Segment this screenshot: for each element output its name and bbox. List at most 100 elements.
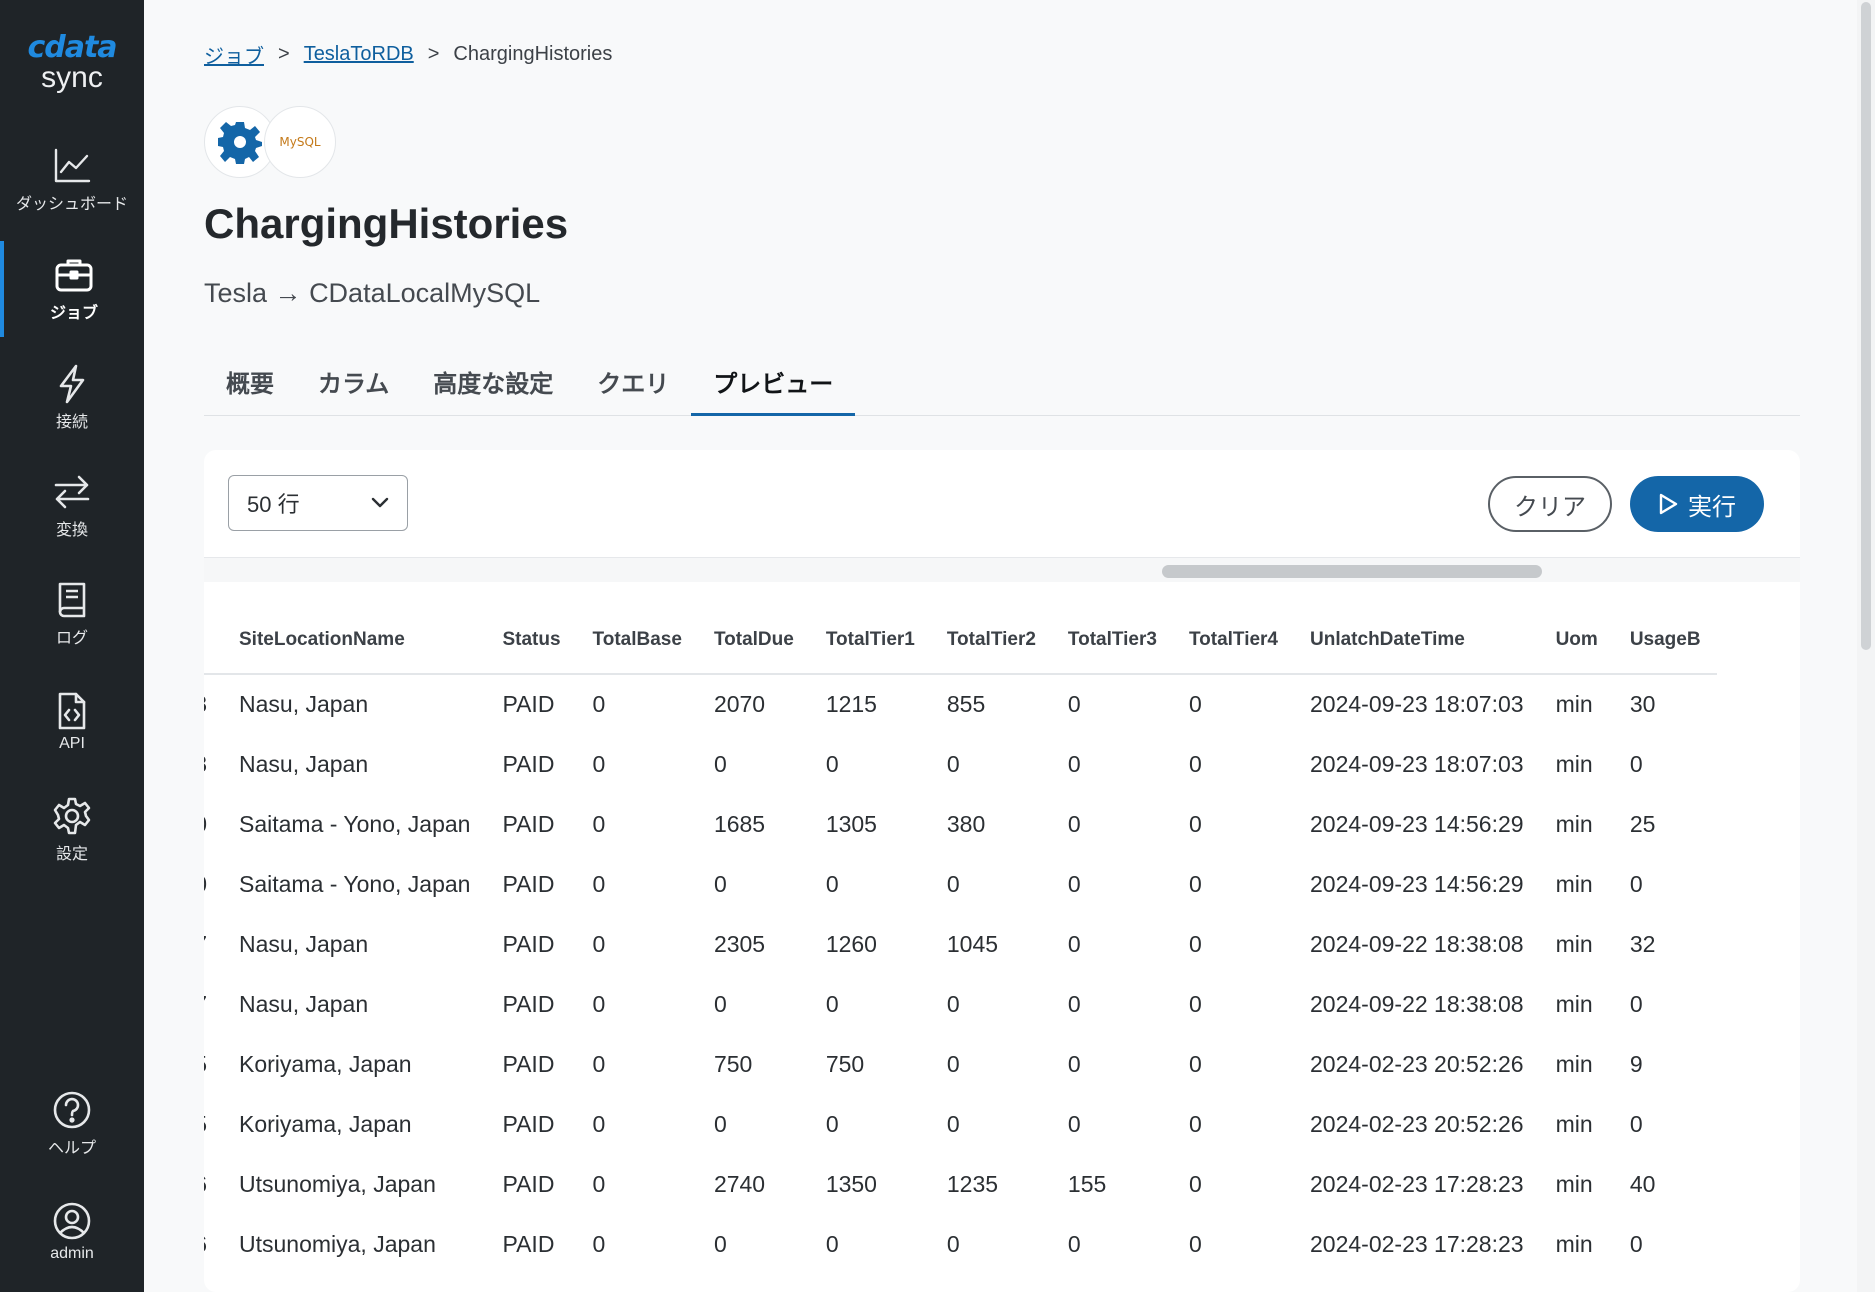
- table-cell: 0: [1067, 691, 1081, 717]
- tab-bar: 概要 カラム 高度な設定 クエリ プレビュー: [204, 358, 1800, 416]
- table-cell: min: [1555, 1050, 1593, 1077]
- sidebar-item-connections[interactable]: 接続: [0, 350, 144, 446]
- table-cell: Nasu, Japan: [239, 930, 369, 957]
- sidebar-item-user[interactable]: admin: [0, 1184, 144, 1280]
- column-header: UsageB: [1613, 582, 1717, 675]
- table-cell: 0: [1629, 750, 1643, 777]
- table-cell: 0: [1188, 1110, 1202, 1137]
- table-cell: 46: [204, 1214, 223, 1274]
- table-cell: PAID: [502, 990, 555, 1017]
- run-button[interactable]: 実行: [1630, 476, 1764, 532]
- table-cell: PAID: [502, 870, 555, 897]
- table-cell: 2024-09-23 14:56:29: [1310, 870, 1524, 897]
- table-cell: min: [1540, 1274, 1614, 1292]
- table-cell: 0: [1188, 1230, 1202, 1257]
- table-cell: 0: [1188, 870, 1202, 897]
- horizontal-scrollbar-thumb[interactable]: [1162, 565, 1542, 578]
- breadcrumb-job-link[interactable]: TeslaToRDB: [304, 43, 414, 66]
- table-cell: 0: [1052, 1274, 1173, 1292]
- table-row: 60 Saitama - Yono, Japan PAID 0 1685 1305 380 0…: [204, 794, 1717, 854]
- lightning-icon: [52, 364, 92, 404]
- table-cell: 0: [713, 870, 727, 897]
- table-cell: 2024-02-23 17:28:23: [1310, 1230, 1524, 1257]
- sidebar-item-api[interactable]: API: [0, 674, 144, 770]
- tab-preview[interactable]: プレビュー: [691, 358, 856, 416]
- table-cell: 2024-02-23 20:52:26: [1310, 1050, 1524, 1077]
- tab-advanced-settings[interactable]: 高度な設定: [411, 358, 575, 416]
- table-cell: 0: [946, 870, 960, 897]
- table-header-row: SiteLocationName Status TotalBase TotalD…: [204, 582, 1717, 675]
- table-cell: 98: [204, 674, 223, 734]
- table-cell: 0: [946, 990, 960, 1017]
- table-cell: 0: [1188, 990, 1202, 1017]
- sidebar-item-dashboard[interactable]: ダッシュボード: [0, 132, 144, 228]
- table-cell: 0: [713, 1230, 727, 1257]
- breadcrumb-jobs-link[interactable]: ジョブ: [204, 40, 264, 69]
- table-cell: 0: [946, 750, 960, 777]
- table-cell: 0: [1629, 870, 1643, 897]
- table-cell: min: [1555, 810, 1593, 837]
- tab-overview[interactable]: 概要: [204, 358, 296, 416]
- table-cell: 750: [825, 1050, 865, 1077]
- table-cell: 0: [1188, 750, 1202, 777]
- table-cell: PAID: [486, 1274, 576, 1292]
- table-cell: 0: [1067, 1230, 1081, 1257]
- clear-button[interactable]: クリア: [1488, 476, 1612, 532]
- table-cell: 27: [1614, 1274, 1717, 1292]
- table-cell: 0: [946, 1230, 960, 1257]
- table-cell: min: [1555, 1230, 1593, 1257]
- vertical-scrollbar-thumb[interactable]: [1861, 2, 1871, 650]
- column-header: TotalDue: [697, 582, 810, 675]
- horizontal-scrollbar[interactable]: [204, 558, 1800, 582]
- table-cell: 0: [1067, 750, 1081, 777]
- table-cell: 40: [1629, 1170, 1656, 1197]
- book-icon: [52, 580, 92, 620]
- table-cell: PAID: [502, 930, 555, 957]
- table-cell: PAID: [502, 810, 555, 837]
- main-content: ジョブ > TeslaToRDB > ChargingHistories MyS…: [144, 0, 1875, 1292]
- table-cell: 30: [1629, 691, 1656, 717]
- table-cell: 0: [713, 990, 727, 1017]
- table-cell: 2305: [713, 930, 766, 957]
- sidebar-item-label: ログ: [55, 630, 88, 647]
- table-cell: 1045: [946, 930, 999, 957]
- table-cell: 0: [592, 1050, 606, 1077]
- tab-query[interactable]: クエリ: [575, 358, 691, 416]
- table-cell: min: [1555, 1110, 1593, 1137]
- table-cell: 855: [946, 691, 986, 717]
- app-logo[interactable]: cdata sync: [0, 30, 144, 95]
- table-cell: PAID: [502, 750, 555, 777]
- table-cell: 1215: [825, 691, 877, 717]
- table-cell: min: [1555, 870, 1593, 897]
- table-cell: 9: [1629, 1050, 1643, 1077]
- product-name: sync: [41, 61, 103, 94]
- sidebar-item-transformations[interactable]: 変換: [0, 458, 144, 554]
- sidebar-item-logs[interactable]: ログ: [0, 566, 144, 662]
- job-route: Tesla → CDataLocalMySQL: [204, 278, 540, 309]
- table-cell: Saitama - Yono, Japan: [239, 810, 471, 837]
- sidebar-item-help[interactable]: ヘルプ: [0, 1076, 144, 1172]
- column-header: Uom: [1539, 582, 1614, 675]
- table-cell: 0: [825, 1230, 839, 1257]
- code-file-icon: [52, 691, 92, 731]
- table-cell: 0: [592, 1170, 606, 1197]
- table-cell: PAID: [502, 1230, 555, 1257]
- tab-columns[interactable]: カラム: [296, 358, 411, 416]
- vertical-scrollbar[interactable]: [1857, 0, 1875, 1292]
- table-row: 98 Nasu, Japan PAID 0 0 0 0 0 0 2024-09-23 18:07:…: [204, 734, 1717, 794]
- sidebar-item-label: admin: [50, 1245, 94, 1262]
- table-cell: 2024-09-23 14:56:29: [1310, 810, 1524, 837]
- table-cell: 0: [825, 1110, 839, 1137]
- sidebar-item-settings[interactable]: 設定: [0, 782, 144, 878]
- table-row: 35 Koriyama, Japan PAID 0 0 0 0 0 0 2024-02-23 20…: [204, 1094, 1717, 1154]
- table-cell: 0: [1067, 1110, 1081, 1137]
- table-cell: 2024-09-23 18:07:03: [1310, 750, 1524, 777]
- preview-table: SiteLocationName Status TotalBase TotalD…: [204, 582, 1717, 1292]
- source-name: Tesla: [204, 278, 268, 308]
- preview-table-container: SiteLocationName Status TotalBase TotalD…: [204, 582, 1800, 1292]
- rows-select[interactable]: 50 行: [228, 475, 408, 531]
- table-cell: Sano, Japan: [223, 1274, 486, 1292]
- table-cell: 0: [577, 1274, 698, 1292]
- sidebar-item-jobs[interactable]: ジョブ: [0, 241, 144, 337]
- table-row: 60 Saitama - Yono, Japan PAID 0 0 0 0 0 0 2024-09…: [204, 854, 1717, 914]
